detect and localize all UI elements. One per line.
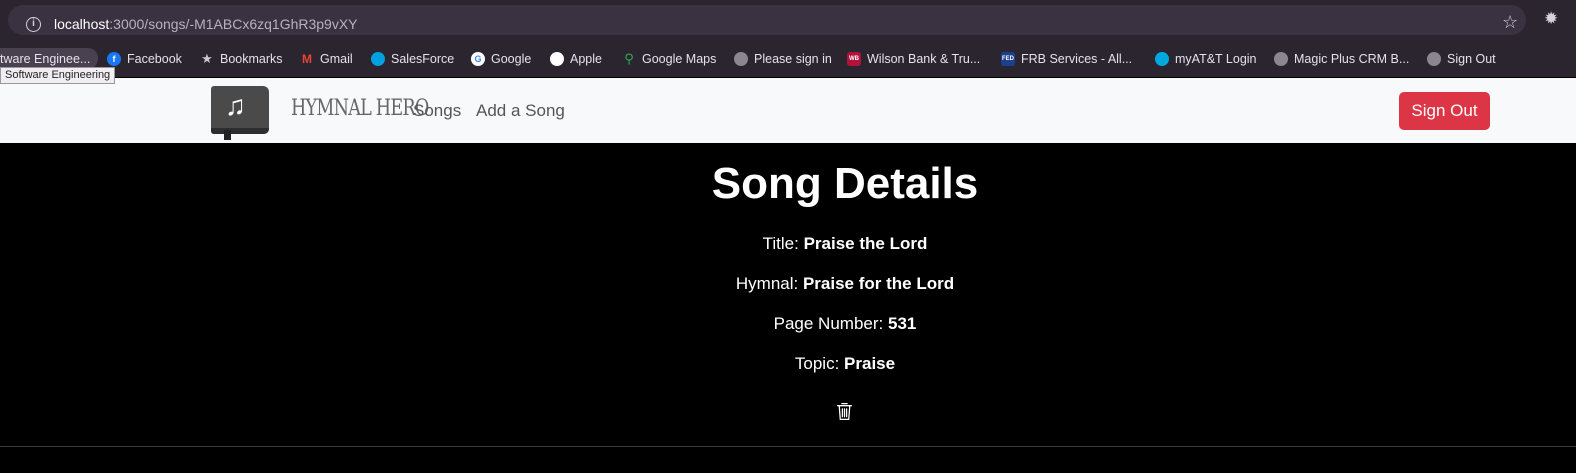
bookmark-label: Wilson Bank & Tru... [867,51,981,66]
nav-link-songs[interactable]: Songs [413,101,461,121]
footer-divider [0,446,1576,447]
star-icon: ★ [201,50,213,66]
music-notes-icon: ♫ [225,90,246,121]
att-icon [1155,51,1169,66]
topic-label: Topic: [794,354,840,373]
bookmark-frb-services[interactable]: FED FRB Services - All... [1001,48,1132,69]
bookmark-att[interactable]: myAT&T Login [1155,48,1257,69]
song-title-row: Title: Praise the Lord [0,234,1576,254]
bookmark-star-icon[interactable]: ☆ [1502,13,1520,31]
url-path: :3000/songs/-M1ABCx6zq1GhR3p9vXY [109,16,358,32]
bookmark-facebook[interactable]: f Facebook [107,48,182,69]
bookmark-software-engineering[interactable]: tware Enginee... [0,48,99,69]
bookmark-magic-plus-crm[interactable]: Magic Plus CRM B... [1274,48,1409,69]
song-topic-row: Topic: Praise [0,354,1576,374]
bookmark-label: Sign Out [1447,51,1496,66]
globe-icon [1427,51,1441,66]
title-label: Title: [762,234,799,253]
bookmark-label: tware Enginee... [0,51,91,66]
bookmark-label: Please sign in [754,51,832,66]
bookmark-bookmarks[interactable]: ★ Bookmarks [200,48,283,69]
trash-icon[interactable] [836,402,853,421]
sign-out-button[interactable]: Sign Out [1399,92,1490,130]
bookmark-google-maps[interactable]: ⚲ Google Maps [622,48,716,69]
bookmark-ribbon-icon [224,130,231,140]
bookmark-tooltip: Software Engineering [0,67,116,84]
app-navbar: ♫ HYMNAL HERO Songs Add a Song Sign Out [0,78,1576,143]
bookmark-label: FRB Services - All... [1021,51,1133,66]
bookmark-salesforce[interactable]: SalesForce [371,48,454,69]
wilson-bank-icon: WB [847,51,861,66]
url-host: localhost [54,16,110,32]
bookmark-label: Facebook [127,51,182,66]
globe-icon [734,51,748,66]
bookmark-label: Gmail [320,51,353,66]
hymnal-label: Hymnal: [735,274,799,293]
hymnal-book-logo-icon[interactable]: ♫ [211,86,269,140]
salesforce-icon [371,51,385,66]
globe-icon [1274,51,1288,66]
hymnal-value: Praise for the Lord [802,274,955,293]
site-info-icon[interactable]: i [26,17,41,32]
gmail-icon: M [302,51,312,66]
bookmark-label: SalesForce [391,51,455,66]
apple-icon [550,51,564,66]
bookmark-apple[interactable]: Apple [550,48,602,69]
bookmark-sign-out[interactable]: Sign Out [1427,48,1496,69]
page-title: Song Details [711,159,979,208]
bookmark-google[interactable]: G Google [471,48,531,69]
nav-link-add-song[interactable]: Add a Song [476,101,565,121]
bookmark-wilson-bank[interactable]: WB Wilson Bank & Tru... [847,48,980,69]
bookmark-gmail[interactable]: M Gmail [300,48,353,69]
bookmark-label: Apple [570,51,602,66]
song-details-panel: Song Details Title: Praise the Lord Hymn… [0,143,1576,473]
frb-icon: FED [1001,51,1015,66]
page-number-value: 531 [887,314,917,333]
topic-value: Praise [844,354,896,373]
bookmark-label: Bookmarks [220,51,283,66]
bookmark-label: Google [491,51,532,66]
facebook-icon: f [107,51,121,66]
google-icon: G [471,51,485,66]
url-text[interactable]: localhost:3000/songs/-M1ABCx6zq1GhR3p9vX… [54,16,358,32]
bookmark-label: myAT&T Login [1175,51,1257,66]
brand-name[interactable]: HYMNAL HERO [291,96,429,121]
page-number-label: Page Number: [773,314,884,333]
bookmark-please-sign-in[interactable]: Please sign in [734,48,832,69]
google-maps-icon: ⚲ [624,50,634,66]
bookmark-label: Magic Plus CRM B... [1294,51,1410,66]
browser-toolbar: i localhost:3000/songs/-M1ABCx6zq1GhR3p9… [0,0,1576,40]
song-page-row: Page Number: 531 [0,314,1576,334]
bookmark-label: Google Maps [642,51,717,66]
title-value: Praise the Lord [803,234,928,253]
extensions-gear-icon[interactable]: ✹ [1544,10,1562,28]
address-bar[interactable]: i localhost:3000/songs/-M1ABCx6zq1GhR3p9… [8,5,1526,35]
bookmarks-bar: tware Enginee... Software Engineering f … [0,40,1576,84]
song-hymnal-row: Hymnal: Praise for the Lord [0,274,1576,294]
